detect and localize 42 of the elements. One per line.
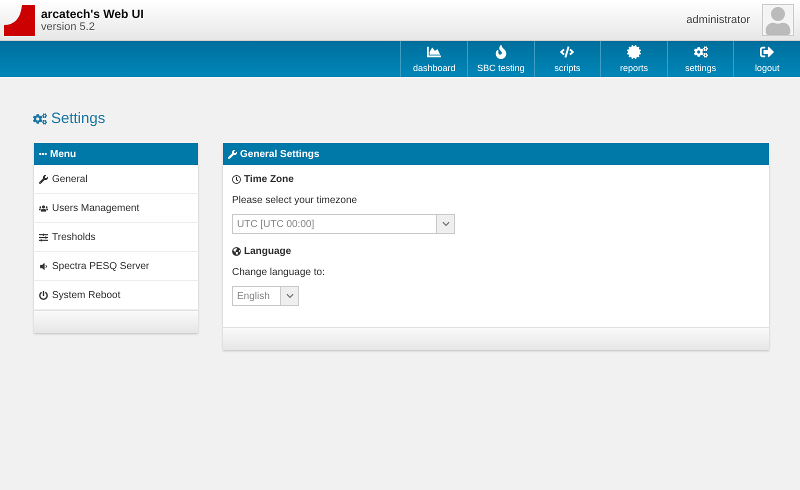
settings-icon xyxy=(694,45,708,59)
power-icon xyxy=(39,290,48,300)
menu-item[interactable]: Spectra PESQ Server xyxy=(34,252,198,281)
section-heading: Time Zone xyxy=(244,174,294,185)
menu-item[interactable]: General xyxy=(34,165,198,194)
nav-item[interactable]: settings xyxy=(666,41,734,77)
code-icon xyxy=(560,45,574,59)
clock-icon xyxy=(232,175,241,184)
section-heading: Language xyxy=(244,246,292,257)
wrench-icon xyxy=(228,150,237,158)
flame-icon xyxy=(494,45,508,59)
logo-icon xyxy=(4,4,35,36)
field-label: Please select your timezone xyxy=(232,195,358,206)
menu-item[interactable]: Tresholds xyxy=(34,223,198,252)
ellipsis-icon xyxy=(39,150,47,158)
nav-item[interactable]: dashboard xyxy=(400,41,468,77)
nav-item[interactable]: reports xyxy=(600,41,667,77)
select-field[interactable]: UTC [UTC 00:00] xyxy=(232,214,455,234)
users-icon xyxy=(39,204,48,212)
nav-item[interactable]: scripts xyxy=(534,41,600,77)
settings-icon xyxy=(33,112,47,126)
caret-icon xyxy=(286,292,294,300)
caret-icon xyxy=(442,220,450,228)
field-label: Change language to: xyxy=(232,267,326,278)
wrench-icon xyxy=(39,174,48,184)
sliders-icon xyxy=(39,232,48,242)
menu-item[interactable]: Users Management xyxy=(34,194,198,223)
area-chart-icon xyxy=(427,45,442,59)
avatar-icon[interactable] xyxy=(762,4,794,36)
version-text: version 5.2 xyxy=(41,21,96,33)
badge-icon xyxy=(627,45,642,59)
logout-icon xyxy=(760,45,774,59)
user-name: administrator xyxy=(686,14,750,26)
nav-item[interactable]: SBC testing xyxy=(467,41,534,77)
globe-icon xyxy=(232,247,241,256)
page-title-text: Settings xyxy=(51,110,106,127)
app-title: arcatech's Web UI xyxy=(41,7,145,21)
panel-title: Menu xyxy=(50,148,76,160)
nav-item[interactable]: logout xyxy=(733,41,800,77)
panel-title: General Settings xyxy=(240,148,320,160)
select-field[interactable]: English xyxy=(232,286,299,306)
speaker-icon xyxy=(39,262,48,270)
